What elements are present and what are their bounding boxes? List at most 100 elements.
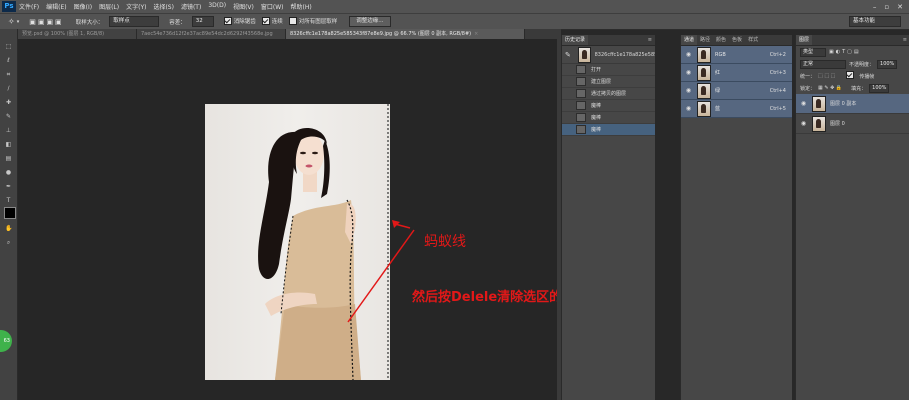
filter-icons[interactable]: ▣◐T▢▤ bbox=[829, 49, 861, 55]
layer-name: 图层 0 副本 bbox=[830, 101, 857, 107]
unify-icons[interactable]: ⬚ ⬚ ⬚ bbox=[818, 73, 835, 79]
opacity-input[interactable]: 100% bbox=[877, 59, 898, 69]
history-item[interactable]: 魔棒 bbox=[562, 112, 655, 124]
magic-wand-tool-icon[interactable]: ✧ bbox=[8, 17, 15, 26]
opacity-label: 不透明度： bbox=[849, 61, 875, 68]
menu-3d[interactable]: 3D(D) bbox=[208, 2, 226, 11]
tab-swatches[interactable]: 色板 bbox=[729, 35, 745, 45]
channel-row-green[interactable]: ◉ 绿 Ctrl+4 bbox=[681, 82, 792, 100]
minimize-icon[interactable]: – bbox=[873, 3, 877, 11]
lasso-tool-icon[interactable]: ℓ bbox=[5, 57, 12, 64]
channel-shortcut: Ctrl+3 bbox=[769, 69, 786, 76]
marquee-tool-icon[interactable]: ⬚ bbox=[5, 43, 12, 50]
tab-7aec54-jpg[interactable]: 7aec54e736d12f2e37ac89e54dc2d6292f43568e… bbox=[137, 29, 286, 39]
eyedropper-tool-icon[interactable]: ∕ bbox=[5, 85, 12, 92]
tool-preset-chevron-icon[interactable]: ▾ bbox=[17, 19, 20, 25]
sample-size-select[interactable]: 取样点 bbox=[109, 16, 160, 27]
layer-kind-select[interactable]: 类型 bbox=[800, 47, 826, 57]
hand-tool-icon[interactable]: ✋ bbox=[5, 225, 12, 232]
layer-row-copy[interactable]: ◉ 图层 0 副本 bbox=[796, 94, 909, 114]
channel-row-rgb[interactable]: ◉ RGB Ctrl+2 bbox=[681, 46, 792, 64]
gradient-tool-icon[interactable]: ▤ bbox=[5, 155, 12, 162]
pen-tool-icon[interactable]: ✒ bbox=[5, 183, 12, 190]
workspace-select[interactable]: 基本功能 bbox=[849, 16, 901, 27]
eye-icon[interactable]: ◉ bbox=[799, 100, 808, 107]
sample-all-layers-checkbox[interactable]: 对所有图层取样 bbox=[288, 16, 338, 26]
close-icon[interactable]: ✕ bbox=[897, 3, 903, 11]
tab-styles[interactable]: 样式 bbox=[745, 35, 761, 45]
sample-all-layers-label: 对所有图层取样 bbox=[298, 19, 338, 26]
brush-tool-icon[interactable]: ✎ bbox=[5, 113, 12, 120]
zoom-tool-icon[interactable]: ⌕ bbox=[5, 239, 12, 246]
stamp-tool-icon[interactable]: ⊥ bbox=[5, 127, 12, 134]
history-item[interactable]: 通过拷贝的图层 bbox=[562, 88, 655, 100]
antialias-label: 消除锯齿 bbox=[233, 19, 256, 26]
dodge-tool-icon[interactable]: ● bbox=[5, 169, 12, 176]
panel-menu-icon[interactable]: ≡ bbox=[648, 37, 652, 43]
eye-icon[interactable]: ◉ bbox=[684, 87, 693, 94]
foreground-color-swatch[interactable] bbox=[4, 207, 16, 219]
menu-type[interactable]: 文字(Y) bbox=[126, 2, 146, 11]
refine-edge-button[interactable]: 调整边缘... bbox=[349, 16, 391, 27]
maximize-icon[interactable]: ▫ bbox=[884, 3, 889, 11]
eye-icon[interactable]: ◉ bbox=[684, 105, 693, 112]
history-item[interactable]: 建立图层 bbox=[562, 76, 655, 88]
menu-edit[interactable]: 编辑(E) bbox=[46, 2, 66, 11]
layer-thumbnail bbox=[812, 115, 826, 132]
history-step-icon bbox=[576, 77, 586, 86]
main-menu: 文件(F) 编辑(E) 图像(I) 图层(L) 文字(Y) 选择(S) 滤镜(T… bbox=[19, 2, 312, 11]
eye-icon[interactable]: ◉ bbox=[799, 120, 808, 127]
tab-channels[interactable]: 通道 bbox=[681, 35, 698, 45]
menu-window[interactable]: 窗口(W) bbox=[261, 2, 284, 11]
history-item-label: 打开 bbox=[591, 67, 602, 73]
type-tool-icon[interactable]: T bbox=[5, 197, 12, 204]
document-tabs: 预览.psd @ 100% (图层 1, RGB/8) 7aec54e736d1… bbox=[18, 29, 558, 39]
fill-input[interactable]: 100% bbox=[869, 83, 890, 93]
checkbox-checked-icon bbox=[223, 16, 232, 25]
menu-select[interactable]: 选择(S) bbox=[153, 2, 174, 11]
antialias-checkbox[interactable]: 消除锯齿 bbox=[223, 16, 256, 26]
channel-name: RGB bbox=[715, 51, 726, 58]
crop-tool-icon[interactable]: ⌗ bbox=[5, 71, 12, 78]
tolerance-input[interactable]: 32 bbox=[191, 16, 214, 27]
healing-tool-icon[interactable]: ✚ bbox=[5, 99, 12, 106]
channel-name: 红 bbox=[715, 70, 721, 76]
channel-thumbnail bbox=[697, 100, 711, 117]
history-item[interactable]: 打开 bbox=[562, 64, 655, 76]
history-item[interactable]: 魔棒 bbox=[562, 100, 655, 112]
history-snapshot[interactable]: ✎ 8326cffc1e178a825e585... bbox=[562, 46, 655, 64]
tab-preview-psd[interactable]: 预览.psd @ 100% (图层 1, RGB/8) bbox=[18, 29, 137, 39]
checkbox-checked-icon[interactable] bbox=[846, 71, 855, 79]
menu-layer[interactable]: 图层(L) bbox=[99, 2, 119, 11]
channel-row-blue[interactable]: ◉ 蓝 Ctrl+5 bbox=[681, 100, 792, 118]
history-item-selected[interactable]: 魔棒 bbox=[562, 124, 655, 136]
history-panel: 历史记录 ≡ ✎ 8326cffc1e178a825e585... 打开 建立图… bbox=[561, 35, 655, 400]
tab-paths[interactable]: 路径 bbox=[697, 35, 713, 45]
layer-row-0[interactable]: ◉ 图层 0 bbox=[796, 114, 909, 134]
layer-name: 图层 0 bbox=[830, 121, 845, 127]
selection-mode-icons[interactable]: ▣▣▣▣ bbox=[29, 18, 63, 26]
menu-image[interactable]: 图像(I) bbox=[74, 2, 92, 11]
channel-name: 绿 bbox=[715, 88, 721, 94]
menu-view[interactable]: 视图(V) bbox=[233, 2, 254, 11]
panel-menu-icon[interactable]: ≡ bbox=[903, 37, 907, 43]
eraser-tool-icon[interactable]: ◧ bbox=[5, 141, 12, 148]
contiguous-checkbox[interactable]: 连续 bbox=[261, 16, 283, 26]
channel-row-red[interactable]: ◉ 红 Ctrl+3 bbox=[681, 64, 792, 82]
menu-filter[interactable]: 滤镜(T) bbox=[181, 2, 201, 11]
blend-mode-select[interactable]: 正常 bbox=[800, 59, 846, 69]
menu-help[interactable]: 帮助(H) bbox=[291, 2, 312, 11]
lock-icons[interactable]: ▦ ✎ ✥ 🔒 bbox=[818, 85, 842, 91]
eye-icon[interactable]: ◉ bbox=[684, 51, 693, 58]
options-bar: ✧ ▾ ▣▣▣▣ 取样大小： 取样点 容差： 32 消除锯齿 连续 对所有图层取… bbox=[0, 13, 909, 30]
tab-layers[interactable]: 图层 bbox=[796, 35, 813, 45]
close-tab-icon[interactable]: × bbox=[474, 31, 478, 37]
eye-icon[interactable]: ◉ bbox=[684, 69, 693, 76]
magic-wand-step-icon bbox=[576, 101, 586, 110]
propagate-frame-label: 传播帧 bbox=[859, 73, 875, 80]
menu-file[interactable]: 文件(F) bbox=[19, 2, 39, 11]
history-tab[interactable]: 历史记录 bbox=[562, 35, 589, 45]
tolerance-label: 容差： bbox=[169, 19, 186, 26]
tab-8326cffc-jpg[interactable]: 8326cffc1e178a825e585343f87e8e9.jpg @ 66… bbox=[286, 29, 525, 39]
tab-color[interactable]: 颜色 bbox=[713, 35, 729, 45]
